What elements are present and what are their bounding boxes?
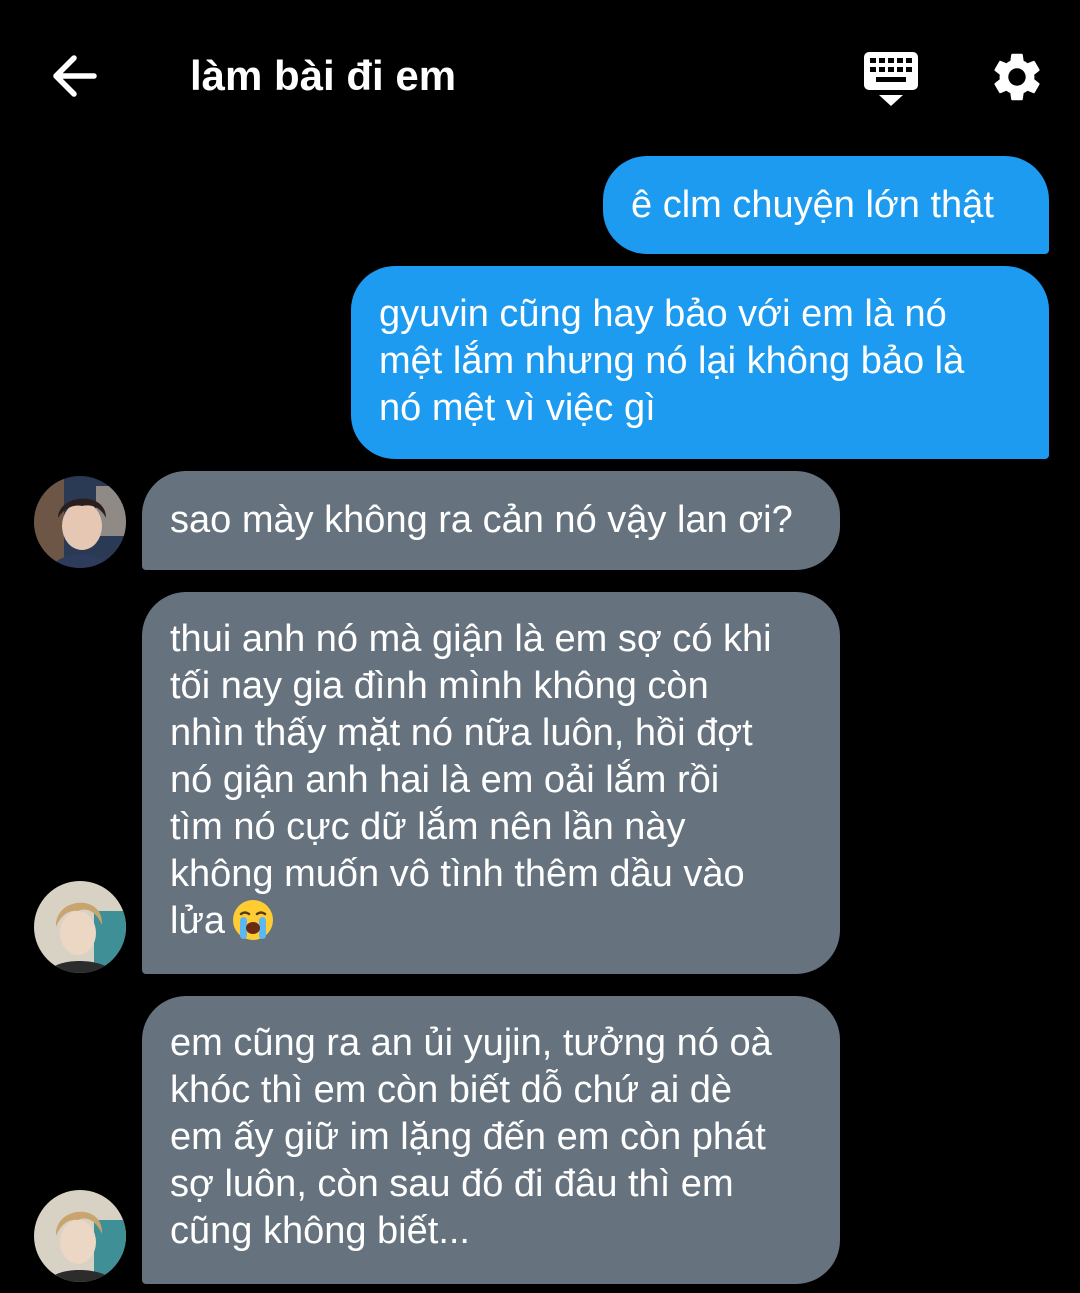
message-text-line: lửa <box>170 898 812 945</box>
message-text-line: em cũng ra an ủi yujin, tưởng nó oà <box>170 1022 772 1064</box>
keyboard-icon <box>864 52 918 106</box>
message-text-line: gyuvin cũng hay bảo với em là nó <box>379 293 947 335</box>
message-bubble-sent[interactable]: gyuvin cũng hay bảo với em là nó mệt lắm… <box>351 266 1049 459</box>
keyboard-button[interactable] <box>860 50 922 108</box>
loudly-crying-face-icon <box>233 899 274 940</box>
message-text-line: nó mệt vì việc gì <box>379 387 656 429</box>
chat-header: làm bài đi em <box>0 0 1080 150</box>
message-bubble-received[interactable]: em cũng ra an ủi yujin, tưởng nó oà khóc… <box>142 996 840 1284</box>
message-text-line: nhìn thấy mặt nó nữa luôn, hồi đợt <box>170 712 753 754</box>
avatar-photo <box>34 1190 126 1282</box>
message-text-line: ê clm chuyện lớn thật <box>631 184 994 226</box>
message-text-line: nó giận anh hai là em oải lắm rồi <box>170 759 720 801</box>
avatar-photo <box>34 476 126 568</box>
message-bubble-received[interactable]: thui anh nó mà giận là em sợ có khi tối … <box>142 592 840 974</box>
back-button[interactable] <box>44 48 104 104</box>
message-text-fragment: lửa <box>170 900 226 942</box>
avatar[interactable] <box>34 1190 126 1282</box>
settings-button[interactable] <box>988 48 1046 106</box>
message-text-line: mệt lắm nhưng nó lại không bảo là <box>379 340 965 382</box>
avatar[interactable] <box>34 476 126 568</box>
message-text-line: khóc thì em còn biết dỗ chứ ai dè <box>170 1069 732 1111</box>
message-bubble-received[interactable]: sao mày không ra cản nó vậy lan ơi? <box>142 471 840 570</box>
message-text-line: tìm nó cực dữ lắm nên lần này <box>170 806 686 848</box>
message-text-line: tối nay gia đình mình không còn <box>170 665 709 707</box>
gear-icon <box>994 53 1040 101</box>
message-text-line: không muốn vô tình thêm dầu vào <box>170 853 745 895</box>
conversation-title: làm bài đi em <box>190 52 457 99</box>
message-text-line: sao mày không ra cản nó vậy lan ơi? <box>170 499 793 541</box>
avatar-photo <box>34 881 126 973</box>
arrow-left-icon <box>53 55 97 97</box>
message-text-line: thui anh nó mà giận là em sợ có khi <box>170 618 772 660</box>
message-text-line: cũng không biết... <box>170 1210 470 1252</box>
message-bubble-sent[interactable]: ê clm chuyện lớn thật <box>603 156 1049 254</box>
message-text-line: sợ luôn, còn sau đó đi đâu thì em <box>170 1163 734 1205</box>
avatar[interactable] <box>34 881 126 973</box>
message-text-line: em ấy giữ im lặng đến em còn phát <box>170 1116 766 1158</box>
